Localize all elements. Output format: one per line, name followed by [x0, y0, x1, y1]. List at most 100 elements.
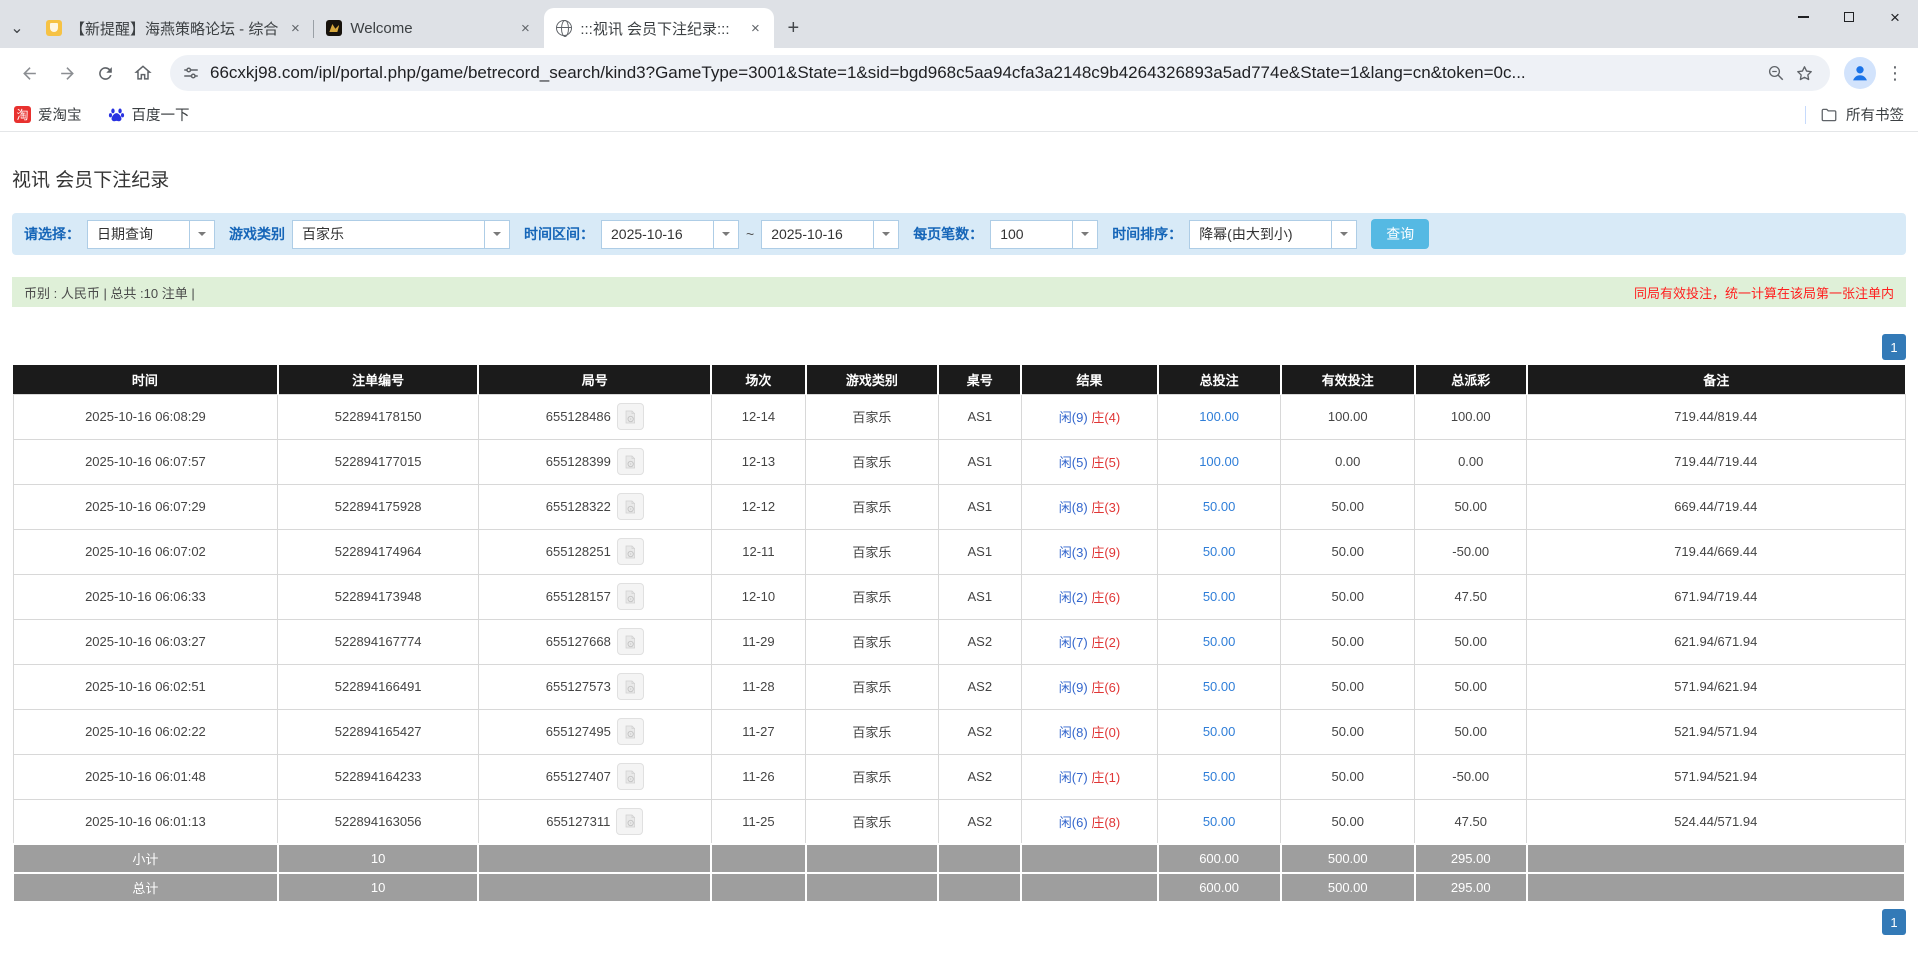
- url-text[interactable]: 66cxkj98.com/ipl/portal.php/game/betreco…: [210, 63, 1762, 83]
- summary-cell: [1021, 873, 1157, 902]
- home-icon: [133, 63, 153, 83]
- chevron-down-icon[interactable]: [484, 221, 509, 248]
- browser-tab[interactable]: 【新提醒】海燕策略论坛 - 综合×: [34, 8, 314, 48]
- all-bookmarks-button[interactable]: 所有书签: [1820, 104, 1904, 125]
- browser-tab[interactable]: Welcome×: [314, 8, 544, 48]
- bookmark-label: 百度一下: [132, 104, 190, 125]
- bet-id-cell: 522894177015: [278, 439, 479, 484]
- total-bet-link[interactable]: 50.00: [1203, 634, 1236, 649]
- minimize-button[interactable]: [1780, 0, 1826, 34]
- result-player: 闲(9): [1059, 410, 1088, 425]
- back-button[interactable]: [10, 54, 48, 92]
- search-button[interactable]: 查询: [1371, 219, 1429, 249]
- page-1-button[interactable]: 1: [1882, 334, 1906, 360]
- result-cell: 闲(9) 庄(6): [1021, 664, 1157, 709]
- video-replay-button[interactable]: [617, 493, 644, 520]
- browser-menu-button[interactable]: ⋮: [1882, 60, 1908, 86]
- video-replay-button[interactable]: [617, 538, 644, 565]
- date-to-input[interactable]: 2025-10-16: [761, 220, 899, 249]
- date-from-input[interactable]: 2025-10-16: [601, 220, 739, 249]
- payout-cell: -50.00: [1415, 529, 1527, 574]
- result-cell: 闲(7) 庄(2): [1021, 619, 1157, 664]
- result-cell: 闲(5) 庄(5): [1021, 439, 1157, 484]
- total-bet-link[interactable]: 100.00: [1199, 454, 1239, 469]
- profile-avatar[interactable]: [1844, 57, 1876, 89]
- video-replay-button[interactable]: [617, 583, 644, 610]
- game-type-cell: 百家乐: [806, 754, 938, 799]
- game-type-select[interactable]: 百家乐: [292, 220, 510, 249]
- page-size-select[interactable]: 100: [990, 220, 1098, 249]
- page-title: 视讯 会员下注纪录: [12, 165, 1918, 192]
- result-banker: 庄(0): [1091, 725, 1120, 740]
- bet-id-cell: 522894174964: [278, 529, 479, 574]
- total-bet-link[interactable]: 50.00: [1203, 589, 1236, 604]
- payout-cell: 0.00: [1415, 439, 1527, 484]
- bookmark-taobao[interactable]: 淘 爱淘宝: [14, 104, 82, 125]
- zoom-indicator-button[interactable]: [1762, 59, 1790, 87]
- tab-close-icon[interactable]: ×: [516, 19, 534, 37]
- remark-cell: 571.94/621.94: [1527, 664, 1905, 709]
- chevron-down-icon[interactable]: [713, 221, 738, 248]
- total-bet-link[interactable]: 50.00: [1203, 769, 1236, 784]
- chevron-down-icon[interactable]: [1331, 221, 1356, 248]
- tab-close-icon[interactable]: ×: [746, 19, 764, 37]
- tab-close-icon[interactable]: ×: [286, 19, 304, 37]
- total-bet-link[interactable]: 100.00: [1199, 409, 1239, 424]
- reload-button[interactable]: [86, 54, 124, 92]
- video-replay-button[interactable]: [617, 718, 644, 745]
- video-replay-icon: [622, 409, 638, 425]
- pagination-bottom: 1: [12, 909, 1906, 935]
- summary-cell: 小计: [13, 844, 278, 873]
- video-replay-button[interactable]: [616, 808, 643, 835]
- game-type-value: 百家乐: [293, 221, 484, 248]
- video-replay-icon: [622, 499, 638, 515]
- page-1-button[interactable]: 1: [1882, 909, 1906, 935]
- new-tab-button[interactable]: +: [778, 13, 808, 43]
- summary-cell: 600.00: [1158, 873, 1281, 902]
- zoom-magnifier-icon: [1767, 64, 1785, 82]
- valid-bet-cell: 50.00: [1281, 484, 1415, 529]
- summary-cell: 295.00: [1415, 844, 1527, 873]
- video-replay-icon: [622, 724, 638, 740]
- column-header: 游戏类别: [806, 365, 938, 394]
- video-replay-button[interactable]: [617, 403, 644, 430]
- total-bet-link[interactable]: 50.00: [1203, 544, 1236, 559]
- total-bet-link[interactable]: 50.00: [1203, 724, 1236, 739]
- person-icon: [1849, 62, 1871, 84]
- result-player: 闲(8): [1059, 500, 1088, 515]
- bookmark-star-button[interactable]: [1790, 59, 1818, 87]
- video-replay-button[interactable]: [617, 448, 644, 475]
- total-bet-link[interactable]: 50.00: [1203, 679, 1236, 694]
- site-settings-icon[interactable]: [182, 64, 200, 82]
- tab-search-chevron-icon[interactable]: ⌄: [0, 8, 34, 48]
- forward-button[interactable]: [48, 54, 86, 92]
- chevron-down-icon[interactable]: [189, 221, 214, 248]
- video-replay-button[interactable]: [617, 763, 644, 790]
- session-cell: 11-27: [711, 709, 806, 754]
- round-id-text: 655127311: [546, 814, 610, 829]
- video-replay-icon: [622, 589, 638, 605]
- tab-favicon-icon: [326, 20, 342, 36]
- video-replay-button[interactable]: [617, 673, 644, 700]
- chevron-down-icon[interactable]: [1072, 221, 1097, 248]
- total-bet-cell: 50.00: [1158, 709, 1281, 754]
- address-bar[interactable]: 66cxkj98.com/ipl/portal.php/game/betreco…: [170, 55, 1830, 91]
- total-bet-link[interactable]: 50.00: [1203, 499, 1236, 514]
- summary-cell: [1527, 873, 1905, 902]
- sort-select[interactable]: 降幂(由大到小): [1189, 220, 1357, 249]
- browser-tab[interactable]: :::视讯 会员下注纪录:::×: [544, 8, 774, 48]
- total-bet-link[interactable]: 50.00: [1203, 814, 1236, 829]
- game-type-cell: 百家乐: [806, 619, 938, 664]
- total-bet-cell: 50.00: [1158, 799, 1281, 844]
- close-window-button[interactable]: ×: [1872, 0, 1918, 34]
- summary-cell: [1021, 844, 1157, 873]
- maximize-button[interactable]: [1826, 0, 1872, 34]
- bookmark-baidu[interactable]: 百度一下: [108, 104, 190, 125]
- home-button[interactable]: [124, 54, 162, 92]
- chevron-down-icon[interactable]: [873, 221, 898, 248]
- query-type-select[interactable]: 日期查询: [87, 220, 215, 249]
- video-replay-icon: [622, 813, 638, 829]
- bet-id-cell: 522894178150: [278, 394, 479, 439]
- video-replay-button[interactable]: [617, 628, 644, 655]
- summary-row: 总计10600.00500.00295.00: [13, 873, 1905, 902]
